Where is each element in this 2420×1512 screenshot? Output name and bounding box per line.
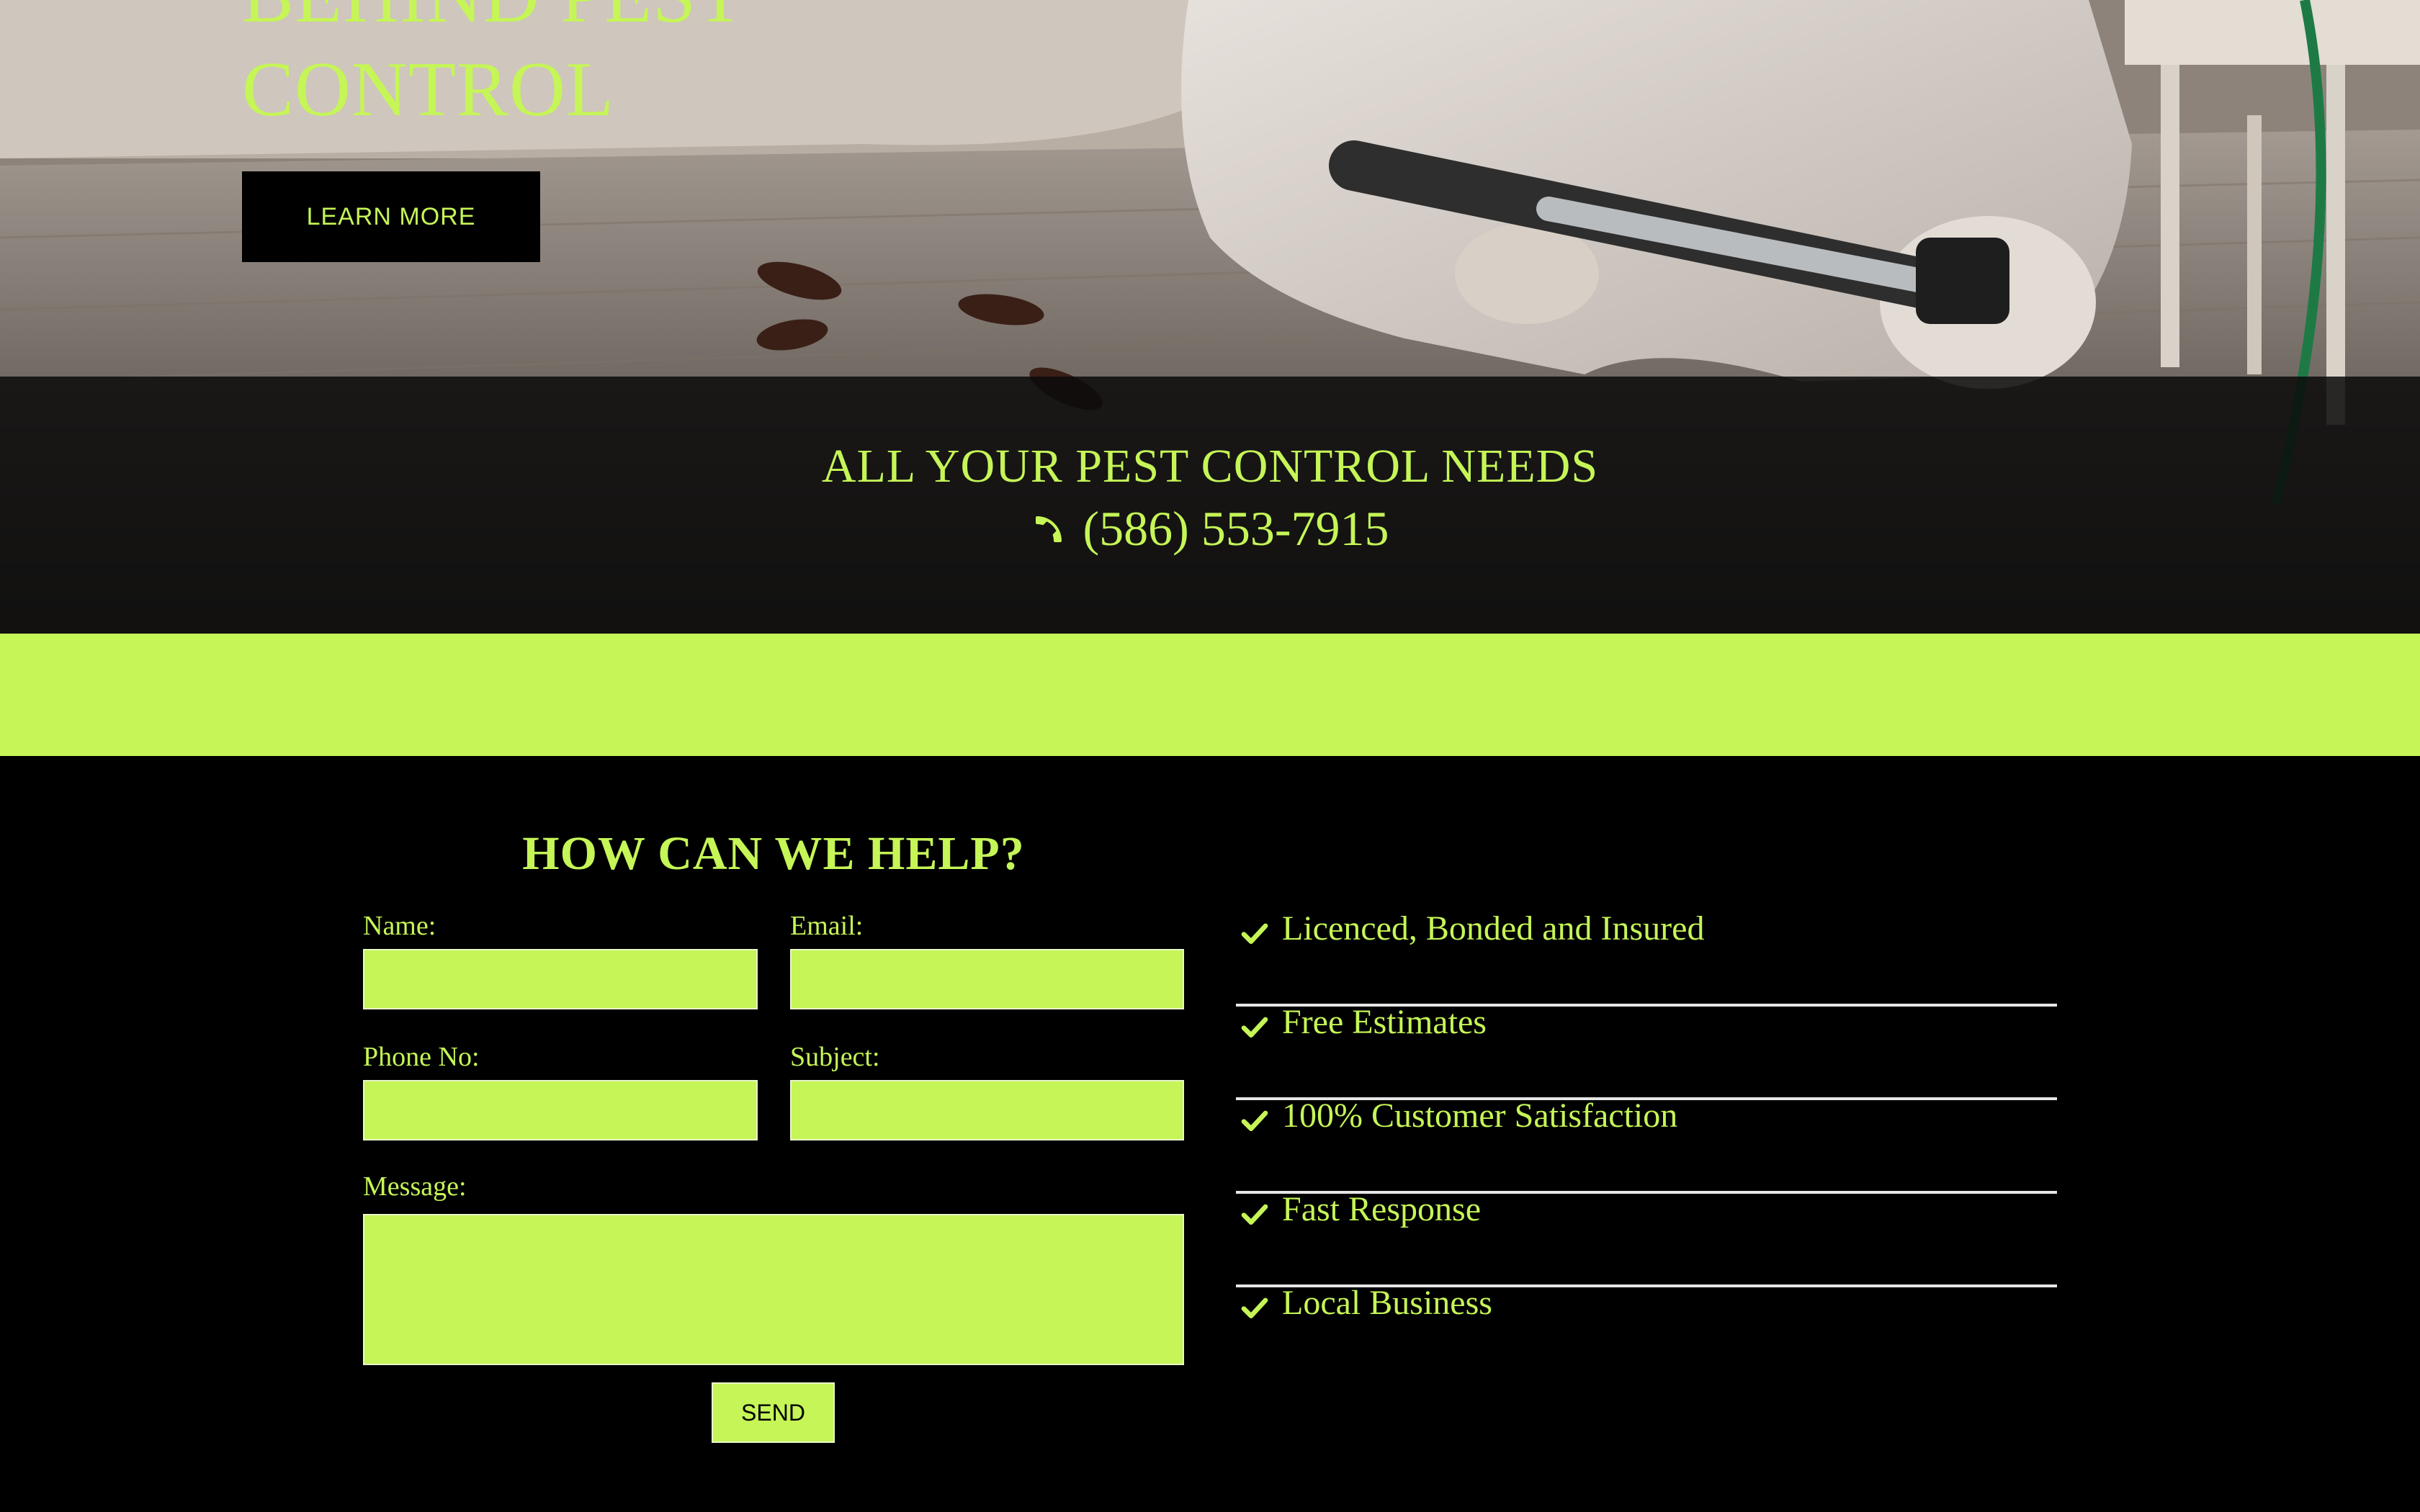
phone-number: (586) 553-7915 [1083, 501, 1389, 556]
email-input[interactable] [790, 949, 1184, 1009]
hero-title-line-1: BEHIND PEST [242, 0, 745, 43]
hero-section: BEHIND PEST CONTROL LEARN MORE ALL YOUR … [0, 0, 2420, 634]
learn-more-button[interactable]: LEARN MORE [242, 171, 540, 262]
pest-control-needs-heading: ALL YOUR PEST CONTROL NEEDS [821, 440, 1599, 492]
check-icon [1241, 1297, 1268, 1318]
message-textarea[interactable] [363, 1214, 1184, 1365]
feature-item: Licenced, Bonded and Insured [1236, 909, 2057, 1007]
check-icon [1241, 1017, 1268, 1038]
check-icon [1241, 923, 1268, 944]
phone-input[interactable] [363, 1080, 758, 1140]
name-input[interactable] [363, 949, 758, 1009]
check-icon [1241, 1110, 1268, 1131]
feature-item: Local Business [1236, 1284, 2057, 1381]
check-icon [1241, 1204, 1268, 1225]
feature-item: 100% Customer Satisfaction [1236, 1097, 2057, 1194]
phone-label: Phone No: [363, 1042, 480, 1072]
feature-item: Fast Response [1236, 1190, 2057, 1287]
phone-icon [1035, 516, 1062, 542]
email-label: Email: [790, 911, 864, 941]
hero-title-line-2: CONTROL [242, 47, 614, 132]
subject-label: Subject: [790, 1042, 880, 1072]
contact-heading: HOW CAN WE HELP? [522, 827, 1025, 880]
feature-text: Licenced, Bonded and Insured [1282, 909, 1705, 948]
feature-text: Fast Response [1282, 1190, 1481, 1228]
contact-section: HOW CAN WE HELP? Name: Email: Phone No: … [0, 756, 2420, 1512]
feature-text: Free Estimates [1282, 1003, 1487, 1041]
features-list: Licenced, Bonded and Insured Free Estima… [1236, 909, 2057, 1381]
accent-strip [0, 634, 2420, 756]
name-label: Name: [363, 911, 436, 941]
feature-item: Free Estimates [1236, 1003, 2057, 1100]
feature-text: Local Business [1282, 1284, 1492, 1322]
hero-title: BEHIND PEST CONTROL [242, 0, 745, 137]
subject-input[interactable] [790, 1080, 1184, 1140]
feature-text: 100% Customer Satisfaction [1282, 1097, 1678, 1135]
send-button[interactable]: SEND [712, 1382, 835, 1443]
phone-link[interactable]: (586) 553-7915 [0, 500, 2420, 557]
message-label: Message: [363, 1171, 467, 1202]
